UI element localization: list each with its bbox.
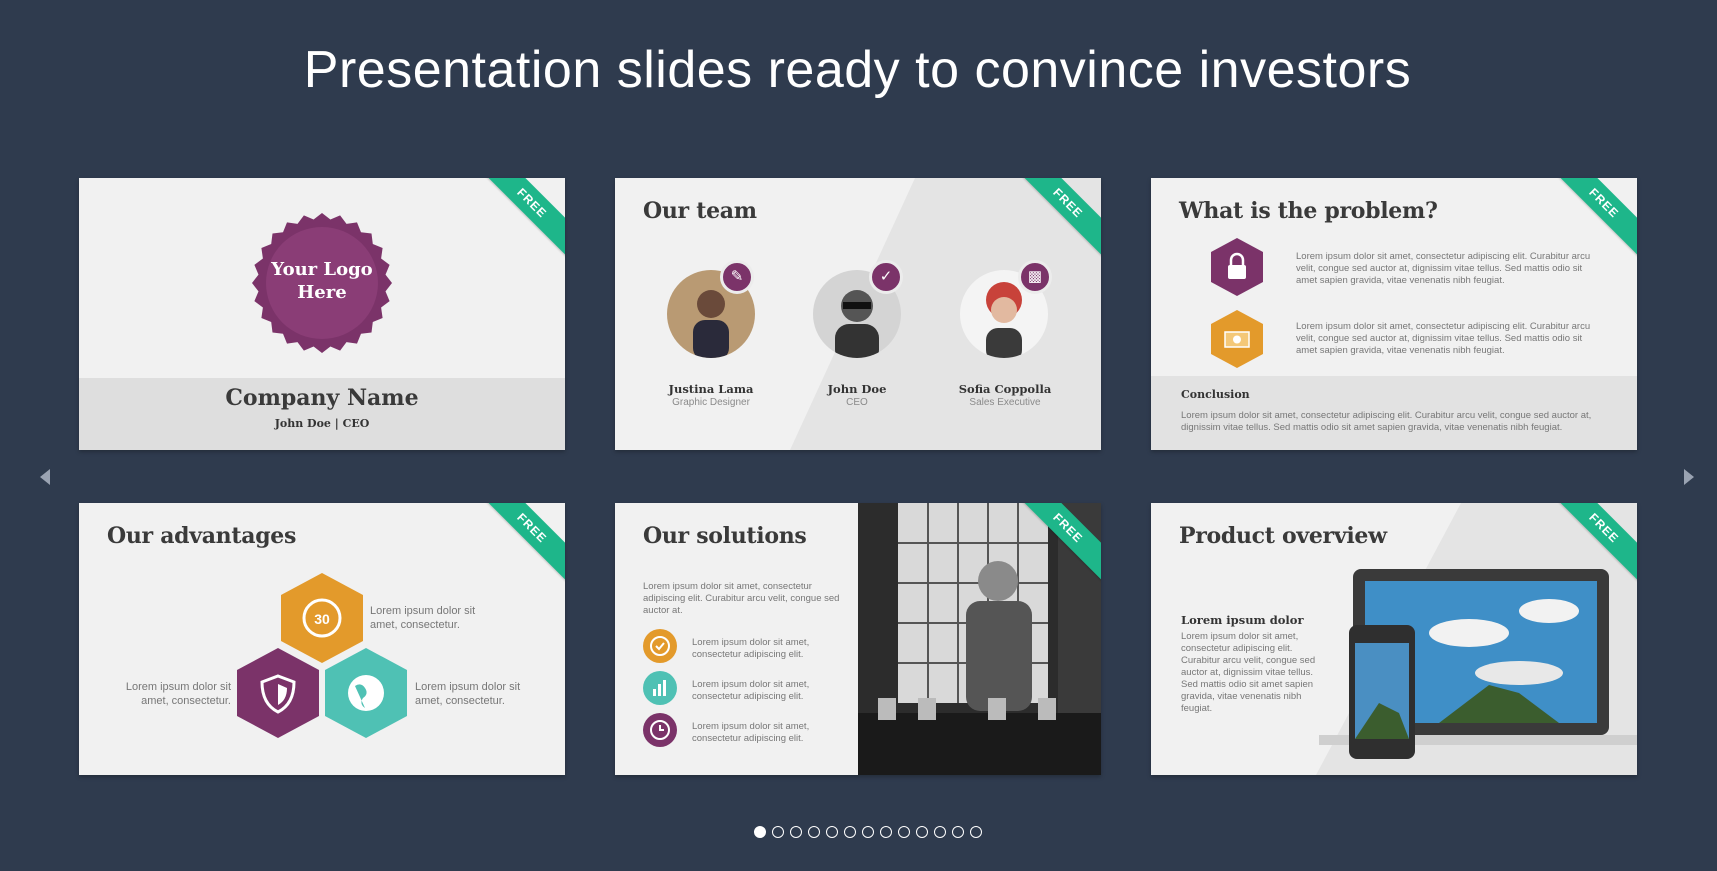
member-name: Justina Lama xyxy=(668,382,754,396)
lock-icon xyxy=(1211,238,1263,296)
pagination-dots xyxy=(0,826,1717,838)
slide-title: Product overview xyxy=(1179,523,1387,549)
company-role: John Doe | CEO xyxy=(274,417,370,430)
slide-title: Our solutions xyxy=(643,523,807,549)
pagination-dot[interactable] xyxy=(951,826,964,838)
problem-text: Lorem ipsum dolor sit amet, consectetur … xyxy=(1296,251,1591,286)
problem-text: Lorem ipsum dolor sit amet, consectetur … xyxy=(1296,321,1591,356)
company-name: Company Name xyxy=(225,385,419,411)
slide-title: Our team xyxy=(643,198,757,224)
timer-icon xyxy=(643,713,677,747)
member-role: Graphic Designer xyxy=(672,397,750,408)
page-title: Presentation slides ready to convince in… xyxy=(303,41,1412,99)
free-ribbon: FREE xyxy=(469,178,565,266)
slide-solutions[interactable]: Our solutions Lorem ipsum dolor sit amet… xyxy=(615,503,1101,775)
slide-company-name[interactable]: Your Logo Here Company Name John Doe | C… xyxy=(79,178,565,450)
solution-item: Lorem ipsum dolor sit amet, consectetur … xyxy=(692,721,810,744)
money-icon xyxy=(1211,310,1263,368)
slide-product-overview[interactable]: Product overview Lorem ipsum dolor Lorem… xyxy=(1151,503,1637,775)
pagination-dot[interactable] xyxy=(843,826,856,838)
pagination-dot[interactable] xyxy=(771,826,784,838)
pagination-dot[interactable] xyxy=(753,826,766,838)
check-icon: ✓ xyxy=(869,260,903,294)
pagination-dot[interactable] xyxy=(861,826,874,838)
conclusion-text: Lorem ipsum dolor sit amet, consectetur … xyxy=(1181,410,1592,433)
pagination-dot[interactable] xyxy=(933,826,946,838)
laptop-phone-image xyxy=(1319,569,1637,759)
member-name: Sofia Coppolla xyxy=(958,382,1052,396)
pagination-dot[interactable] xyxy=(807,826,820,838)
slide-title: Our advantages xyxy=(107,523,297,549)
product-subtitle: Lorem ipsum dolor xyxy=(1181,613,1304,627)
pagination-dot[interactable] xyxy=(915,826,928,838)
pencil-icon: ✎ xyxy=(720,260,754,294)
pagination-dot[interactable] xyxy=(789,826,802,838)
slide-our-team[interactable]: Our team ✎ Justina Lama Graphic Designer… xyxy=(615,178,1101,450)
check-icon xyxy=(643,629,677,663)
svg-text:30: 30 xyxy=(314,611,330,627)
chevron-left-icon[interactable] xyxy=(34,465,58,489)
solution-item: Lorem ipsum dolor sit amet, consectetur … xyxy=(692,679,810,702)
slide-title: What is the problem? xyxy=(1179,198,1438,224)
free-ribbon: FREE xyxy=(469,503,565,591)
pagination-dot[interactable] xyxy=(897,826,910,838)
chart-icon xyxy=(643,671,677,705)
pagination-dot[interactable] xyxy=(969,826,982,838)
member-role: CEO xyxy=(846,397,868,408)
advantage-label: Lorem ipsum dolor sit amet, consectetur. xyxy=(125,681,231,707)
chart-icon: ▩ xyxy=(1018,260,1052,294)
logo-placeholder-text: Your Logo Here xyxy=(271,259,373,303)
chevron-right-icon[interactable] xyxy=(1676,465,1700,489)
solution-item: Lorem ipsum dolor sit amet, consectetur … xyxy=(692,637,810,660)
pagination-dot[interactable] xyxy=(879,826,892,838)
member-name: John Doe xyxy=(827,382,887,396)
advantage-label: Lorem ipsum dolor sit amet, consectetur. xyxy=(370,605,476,631)
product-body: Lorem ipsum dolor sit amet, consectetur … xyxy=(1181,631,1316,714)
slide-advantages[interactable]: Our advantages 30 Lorem ipsum dolor sit … xyxy=(79,503,565,775)
globe-icon xyxy=(325,648,407,738)
advantage-label: Lorem ipsum dolor sit amet, consectetur. xyxy=(415,681,521,707)
pagination-dot[interactable] xyxy=(825,826,838,838)
conclusion-title: Conclusion xyxy=(1181,388,1250,401)
solutions-intro: Lorem ipsum dolor sit amet, consectetur … xyxy=(643,581,840,616)
shield-icon xyxy=(237,648,319,738)
slide-problem[interactable]: What is the problem? Lorem ipsum dolor s… xyxy=(1151,178,1637,450)
member-role: Sales Executive xyxy=(969,397,1041,408)
